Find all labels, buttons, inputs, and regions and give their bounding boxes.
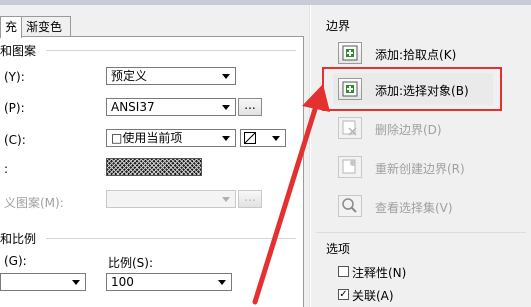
annotation-arrow: [252, 84, 330, 305]
arrow-shaft: [252, 103, 319, 305]
tab-hatch-label: 充: [5, 20, 18, 34]
tab-hatch[interactable]: 充: [0, 16, 22, 38]
arrow-head: [302, 84, 330, 112]
